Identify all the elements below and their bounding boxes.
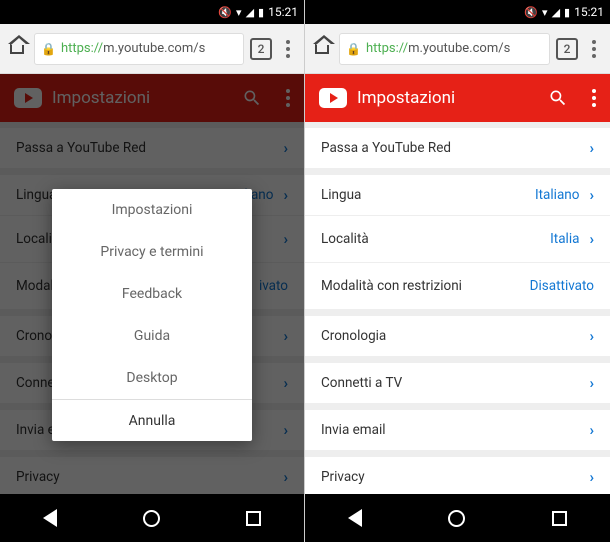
row-restricted[interactable]: Modalità con restrizioni Disattivato xyxy=(305,263,610,310)
youtube-logo-icon[interactable] xyxy=(319,88,347,108)
row-value: Disattivato xyxy=(530,278,594,294)
nav-home-icon[interactable] xyxy=(143,510,160,527)
url-host: m.youtube.com/s xyxy=(408,41,510,56)
row-location[interactable]: Località Italia › xyxy=(305,216,610,263)
url-scheme: https:// xyxy=(366,41,408,56)
home-icon[interactable] xyxy=(311,38,333,60)
menu-item-help[interactable]: Guida xyxy=(52,315,252,357)
youtube-header: Impostazioni xyxy=(305,74,610,122)
url-host: m.youtube.com/s xyxy=(103,41,205,56)
nav-back-icon[interactable] xyxy=(348,509,362,527)
phone-right: 🔇 ▾ ◢ ▮ 15:21 🔒 https://m.youtube.com/s … xyxy=(305,0,610,542)
row-label: Invia email xyxy=(321,422,589,438)
nav-home-icon[interactable] xyxy=(448,510,465,527)
nav-bar xyxy=(0,494,304,542)
mute-icon: 🔇 xyxy=(524,6,538,19)
chevron-right-icon: › xyxy=(589,468,594,486)
row-connect-tv[interactable]: Connetti a TV › xyxy=(305,357,610,404)
menu-item-settings[interactable]: Impostazioni xyxy=(52,189,252,231)
nav-recent-icon[interactable] xyxy=(246,511,261,526)
search-icon[interactable] xyxy=(548,88,568,108)
lock-icon: 🔒 xyxy=(41,42,56,56)
row-send-email[interactable]: Invia email › xyxy=(305,404,610,451)
clock: 15:21 xyxy=(268,5,298,19)
tab-switcher[interactable]: 2 xyxy=(250,38,272,60)
row-label: Lingua xyxy=(321,187,535,203)
battery-icon: ▮ xyxy=(258,6,264,19)
nav-recent-icon[interactable] xyxy=(552,511,567,526)
youtube-menu-icon[interactable] xyxy=(592,89,596,107)
mute-icon: 🔇 xyxy=(218,6,232,19)
row-label: Connetti a TV xyxy=(321,375,589,391)
action-sheet: Impostazioni Privacy e termini Feedback … xyxy=(52,189,252,441)
url-bar[interactable]: 🔒 https://m.youtube.com/s xyxy=(339,33,550,65)
row-value: Italia xyxy=(550,231,579,247)
row-label: Modalità con restrizioni xyxy=(321,278,530,294)
chevron-right-icon: › xyxy=(589,327,594,345)
row-youtube-red[interactable]: Passa a YouTube Red › xyxy=(305,122,610,169)
row-label: Cronologia xyxy=(321,328,589,344)
row-history[interactable]: Cronologia › xyxy=(305,310,610,357)
url-bar[interactable]: 🔒 https://m.youtube.com/s xyxy=(34,33,244,65)
menu-item-desktop[interactable]: Desktop xyxy=(52,357,252,399)
battery-icon: ▮ xyxy=(564,6,570,19)
nav-back-icon[interactable] xyxy=(43,509,57,527)
tab-switcher[interactable]: 2 xyxy=(556,38,578,60)
wifi-icon: ▾ xyxy=(236,6,242,19)
chrome-toolbar: 🔒 https://m.youtube.com/s 2 xyxy=(0,24,304,74)
signal-icon: ◢ xyxy=(246,6,254,19)
url-scheme: https:// xyxy=(61,41,103,56)
row-label: Località xyxy=(321,231,550,247)
chrome-menu-icon[interactable] xyxy=(278,40,298,58)
row-label: Passa a YouTube Red xyxy=(321,140,589,156)
settings-list: Passa a YouTube Red › Lingua Italiano › … xyxy=(305,122,610,494)
row-language[interactable]: Lingua Italiano › xyxy=(305,169,610,216)
menu-item-privacy-terms[interactable]: Privacy e termini xyxy=(52,231,252,273)
page-title: Impostazioni xyxy=(357,88,538,108)
chrome-menu-icon[interactable] xyxy=(584,40,604,58)
chevron-right-icon: › xyxy=(589,374,594,392)
clock: 15:21 xyxy=(574,5,604,19)
home-icon[interactable] xyxy=(6,38,28,60)
row-privacy[interactable]: Privacy › xyxy=(305,451,610,494)
row-label: Privacy xyxy=(321,469,589,485)
menu-item-cancel[interactable]: Annulla xyxy=(52,399,252,441)
lock-icon: 🔒 xyxy=(346,42,361,56)
wifi-icon: ▾ xyxy=(542,6,548,19)
status-bar: 🔇 ▾ ◢ ▮ 15:21 xyxy=(305,0,610,24)
chevron-right-icon: › xyxy=(589,139,594,157)
signal-icon: ◢ xyxy=(552,6,560,19)
chevron-right-icon: › xyxy=(589,230,594,248)
phone-left: 🔇 ▾ ◢ ▮ 15:21 🔒 https://m.youtube.com/s … xyxy=(0,0,305,542)
menu-item-feedback[interactable]: Feedback xyxy=(52,273,252,315)
chevron-right-icon: › xyxy=(589,421,594,439)
chrome-toolbar: 🔒 https://m.youtube.com/s 2 xyxy=(305,24,610,74)
status-bar: 🔇 ▾ ◢ ▮ 15:21 xyxy=(0,0,304,24)
chevron-right-icon: › xyxy=(589,186,594,204)
row-value: Italiano xyxy=(535,187,580,203)
nav-bar xyxy=(305,494,610,542)
